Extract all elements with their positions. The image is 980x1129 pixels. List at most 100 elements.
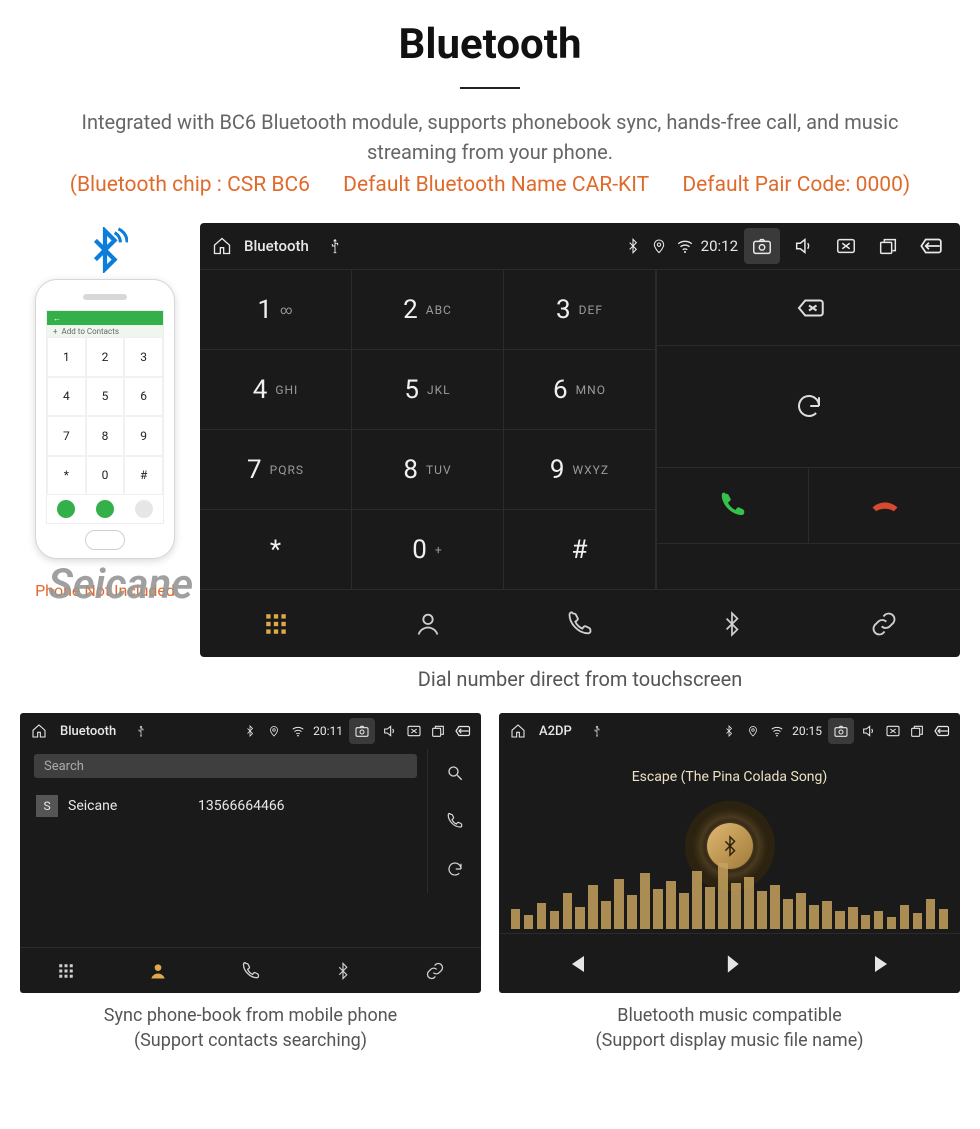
dialer-screen: Bluetooth 20:12 1∞ 2ABC 3DEF 4GHI	[200, 223, 960, 657]
title-underline	[460, 87, 520, 89]
camera-button[interactable]	[828, 718, 854, 744]
dialer-caption: Dial number direct from touchscreen	[200, 667, 960, 691]
wifi-icon	[675, 237, 695, 255]
contact-number: 13566664466	[198, 798, 285, 814]
recent-button[interactable]	[429, 723, 447, 739]
call-contact-button[interactable]	[427, 797, 481, 845]
back-button[interactable]	[932, 722, 950, 740]
song-title: Escape (The Pina Colada Song)	[632, 769, 828, 785]
usb-icon	[132, 725, 150, 737]
contact-letter: S	[36, 795, 58, 817]
volume-button[interactable]	[860, 723, 878, 739]
phone-screen: ← +Add to Contacts 123 456 789 *0#	[46, 310, 164, 524]
phone-home-button	[85, 530, 125, 550]
bt-icon	[241, 725, 259, 737]
nav-pair[interactable]	[808, 590, 960, 657]
camera-button[interactable]	[744, 228, 780, 264]
key-2[interactable]: 2ABC	[352, 269, 504, 349]
phone-not-included: Phone Not Included	[20, 581, 190, 600]
usb-icon	[588, 725, 606, 737]
music-caption: Bluetooth music compatible(Support displ…	[499, 1003, 960, 1053]
location-icon	[649, 238, 669, 254]
key-0[interactable]: 0+	[352, 509, 504, 589]
wifi-icon	[289, 724, 307, 738]
key-7[interactable]: 7PQRS	[200, 429, 352, 509]
search-button[interactable]	[427, 749, 481, 797]
sync-contacts-button[interactable]	[427, 845, 481, 893]
contact-row[interactable]: S Seicane 13566664466	[20, 783, 427, 829]
home-icon[interactable]	[30, 723, 48, 739]
volume-button[interactable]	[786, 228, 822, 264]
close-app-button[interactable]	[405, 723, 423, 739]
contacts-screen: Bluetooth 20:11 Search	[20, 713, 481, 993]
key-6[interactable]: 6MNO	[504, 349, 656, 429]
location-icon	[744, 725, 762, 737]
nav-contacts[interactable]	[112, 948, 204, 993]
spec-name: Default Bluetooth Name CAR-KIT	[343, 173, 649, 197]
dialer-keypad: 1∞ 2ABC 3DEF 4GHI 5JKL 6MNO 7PQRS 8TUV 9…	[200, 269, 656, 589]
key-1[interactable]: 1∞	[200, 269, 352, 349]
key-3[interactable]: 3DEF	[504, 269, 656, 349]
close-app-button[interactable]	[828, 228, 864, 264]
recent-button[interactable]	[870, 228, 906, 264]
play-button[interactable]	[653, 934, 807, 993]
close-app-button[interactable]	[884, 723, 902, 739]
phone-dialer-header: ←	[47, 311, 163, 325]
nav-bt[interactable]	[656, 590, 808, 657]
number-display	[656, 543, 960, 589]
key-hash[interactable]: #	[504, 509, 656, 589]
status-time: 20:11	[313, 724, 343, 738]
home-icon[interactable]	[509, 723, 527, 739]
hangup-button[interactable]	[808, 467, 960, 543]
contacts-caption: Sync phone-book from mobile phone(Suppor…	[20, 1003, 481, 1053]
back-button[interactable]	[912, 228, 948, 264]
contact-name: Seicane	[68, 798, 198, 814]
dialer-bottom-nav	[200, 589, 960, 657]
status-time: 20:12	[701, 237, 738, 255]
equalizer	[499, 863, 960, 933]
status-title: A2DP	[539, 724, 572, 739]
phone-add-contacts: +Add to Contacts	[47, 325, 163, 337]
prev-button[interactable]	[499, 934, 653, 993]
nav-keypad[interactable]	[20, 948, 112, 993]
status-title: Bluetooth	[60, 724, 116, 739]
contacts-bottom-nav	[20, 947, 481, 993]
bluetooth-badge-icon	[82, 227, 128, 273]
description-text: Integrated with BC6 Bluetooth module, su…	[0, 107, 980, 167]
nav-calls[interactable]	[504, 590, 656, 657]
spec-line: (Bluetooth chip : CSR BC6 Default Blueto…	[0, 173, 980, 197]
nav-calls[interactable]	[204, 948, 296, 993]
music-status-bar: A2DP 20:15	[499, 713, 960, 749]
phone-device: ← +Add to Contacts 123 456 789 *0#	[35, 279, 175, 559]
status-time: 20:15	[792, 724, 822, 738]
back-button[interactable]	[453, 722, 471, 740]
key-star[interactable]: *	[200, 509, 352, 589]
camera-button[interactable]	[349, 718, 375, 744]
spec-pair: Default Pair Code: 0000)	[682, 173, 910, 197]
bt-icon	[720, 725, 738, 737]
backspace-button[interactable]	[656, 269, 960, 345]
bt-icon	[623, 238, 643, 254]
wifi-icon	[768, 724, 786, 738]
key-8[interactable]: 8TUV	[352, 429, 504, 509]
nav-contacts[interactable]	[352, 590, 504, 657]
home-icon[interactable]	[212, 235, 232, 257]
dialer-status-bar: Bluetooth 20:12	[200, 223, 960, 269]
contacts-search-input[interactable]: Search	[34, 754, 417, 778]
nav-pair[interactable]	[389, 948, 481, 993]
next-button[interactable]	[806, 934, 960, 993]
music-screen: A2DP 20:15 Escape (The Pina Colada Song)	[499, 713, 960, 993]
location-icon	[265, 725, 283, 737]
recent-button[interactable]	[908, 723, 926, 739]
volume-button[interactable]	[381, 723, 399, 739]
usb-icon	[325, 238, 345, 254]
sync-button[interactable]	[656, 345, 960, 466]
music-controls	[499, 933, 960, 993]
call-button[interactable]	[656, 467, 808, 543]
key-9[interactable]: 9WXYZ	[504, 429, 656, 509]
spec-chip: (Bluetooth chip : CSR BC6	[70, 173, 310, 197]
nav-bt[interactable]	[297, 948, 389, 993]
key-5[interactable]: 5JKL	[352, 349, 504, 429]
nav-keypad[interactable]	[200, 590, 352, 657]
key-4[interactable]: 4GHI	[200, 349, 352, 429]
